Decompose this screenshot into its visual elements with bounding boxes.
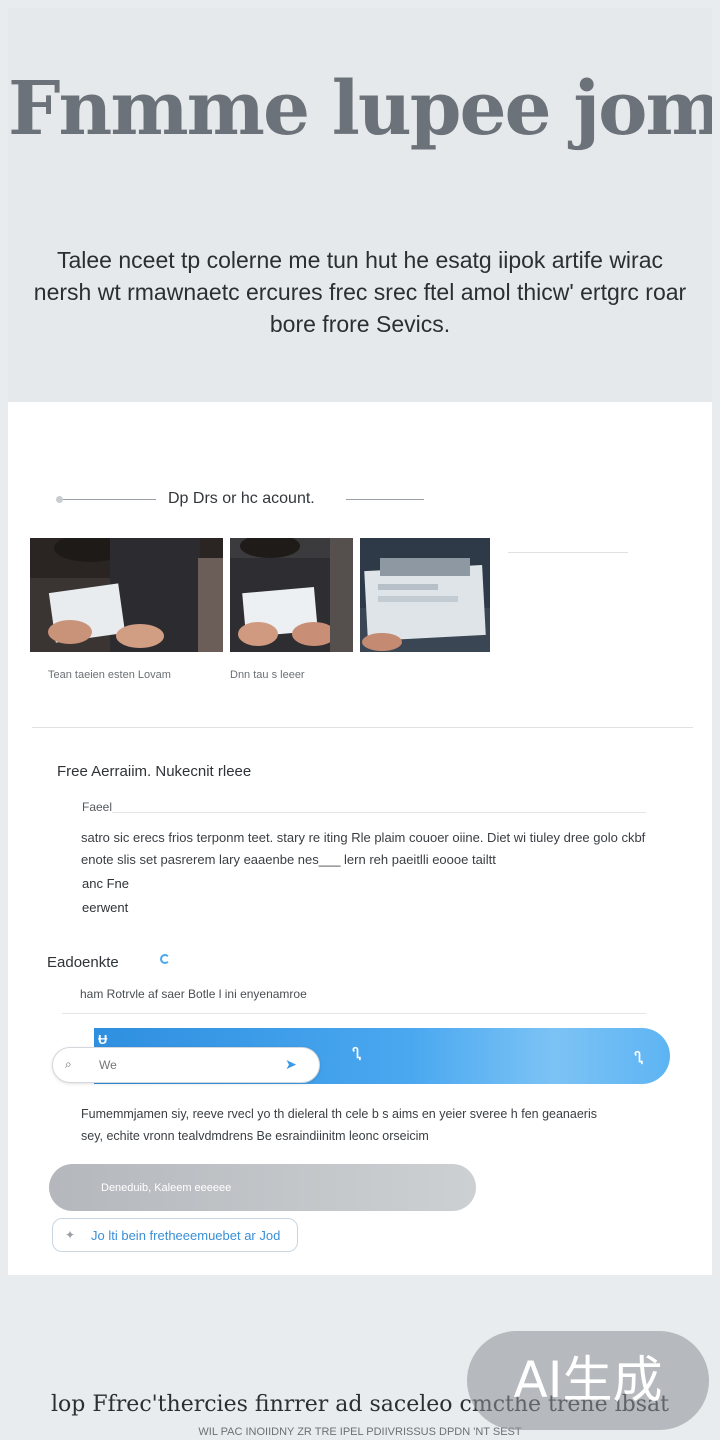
account-photo-2[interactable] (230, 538, 353, 652)
photo-row-line (508, 552, 628, 553)
divider-line-right (346, 499, 424, 500)
hero-section: Fnmme lupee jomn'ad Talee nceet tp coler… (8, 8, 712, 402)
search-box[interactable]: ⌕ ➤ (52, 1047, 320, 1083)
free-paragraph: satro sic erecs frios terponm teet. star… (81, 830, 646, 867)
divider-label: Dp Drs or hc acount. (168, 490, 315, 507)
loading-icon (160, 954, 170, 964)
edit-section-title: Eadoenkte (47, 954, 119, 971)
search-icon: ⌕ (65, 1057, 72, 1071)
free-field-label: Faeel (82, 800, 113, 814)
account-photo-3[interactable] (360, 538, 490, 652)
secondary-button-label: Jo lti bein fretheeemuebet ar Jod (91, 1228, 281, 1243)
pin-icon: ✦ (65, 1228, 76, 1242)
free-bold-line-1: anc Fne (82, 876, 129, 891)
free-section-title: Free Aerraiim. Nukecnit rleee (57, 763, 252, 780)
edit-field-line (62, 1013, 646, 1014)
body-text: Fumemmjamen siy, reeve rvecl yo th diele… (81, 1107, 597, 1143)
hero-subtitle: Talee nceet tp colerne me tun hut he esa… (33, 247, 687, 337)
accounts-divider: Dp Drs or hc acount. (50, 490, 430, 512)
free-bold-line-2: eerwent (82, 900, 129, 915)
section-divider (32, 727, 693, 728)
divider-line-left (58, 499, 156, 500)
photo-caption-2: Dnn tau s leeer (230, 669, 305, 681)
banner-mid-icon[interactable]: Ⴂ (352, 1046, 361, 1062)
account-photo-1[interactable] (30, 538, 223, 652)
arrow-icon[interactable]: ➤ (285, 1056, 297, 1073)
photo-caption-1: Tean taeien esten Lovam (48, 669, 171, 681)
ai-watermark: AI生成 (467, 1331, 709, 1430)
banner-badge-icon: Ʉ (98, 1032, 108, 1047)
free-field-line (112, 812, 646, 813)
search-input[interactable] (99, 1056, 269, 1074)
banner-end-icon[interactable]: Ⴂ (634, 1050, 643, 1066)
secondary-action-button[interactable]: ✦ Jo lti bein fretheeemuebet ar Jod (52, 1218, 298, 1252)
hero-title: Fnmme lupee jomn'ad (8, 66, 712, 152)
primary-action-button[interactable]: Deneduib, Kaleem eeeeee (49, 1164, 476, 1211)
edit-description: ham Rotrvle af saer Botle l ini enyenamr… (80, 987, 307, 1001)
divider-dot (56, 496, 63, 503)
